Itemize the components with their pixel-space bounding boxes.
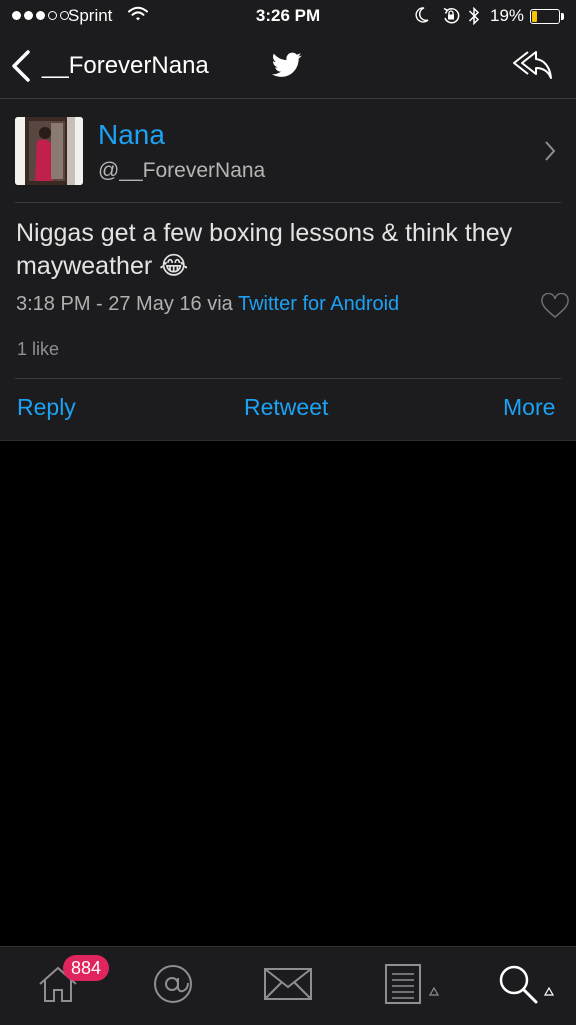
tweet-timestamp: 3:18 PM - 27 May 16 — [16, 293, 202, 315]
battery-terminal — [561, 13, 564, 20]
divider — [15, 378, 561, 379]
battery-percent: 19% — [490, 6, 525, 25]
tab-options-triangle-icon — [543, 983, 555, 1001]
chevron-left-icon — [10, 49, 32, 83]
via-label: via — [207, 293, 233, 315]
author-name[interactable]: Nana — [98, 119, 165, 151]
bluetooth-icon — [468, 5, 480, 32]
tab-mentions[interactable] — [115, 947, 230, 1025]
more-button[interactable]: More — [503, 394, 555, 421]
search-icon — [497, 963, 539, 1010]
tweet-meta: 3:18 PM - 27 May 16 via Twitter for Andr… — [16, 293, 399, 316]
nav-title: __ForeverNana — [42, 52, 209, 79]
rotation-lock-icon — [441, 6, 461, 31]
tab-lists[interactable] — [345, 947, 460, 1025]
chevron-right-icon[interactable] — [543, 139, 557, 168]
battery-icon — [530, 9, 560, 24]
tweet-source-link[interactable]: Twitter for Android — [238, 293, 399, 315]
tab-options-triangle-icon — [428, 983, 440, 1001]
retweet-button[interactable]: Retweet — [244, 394, 328, 421]
likes-count[interactable]: 1 like — [17, 339, 59, 360]
author-handle[interactable]: @__ForeverNana — [98, 159, 265, 183]
at-mention-icon — [152, 963, 194, 1010]
reply-all-icon[interactable] — [510, 48, 554, 87]
envelope-icon — [263, 967, 313, 1006]
tab-messages[interactable] — [230, 947, 345, 1025]
list-icon — [384, 963, 422, 1010]
twitter-bird-icon — [271, 52, 302, 83]
tweet-text: Niggas get a few boxing lessons & think … — [16, 219, 513, 280]
status-bar: Sprint 3:26 PM 19% — [0, 0, 576, 34]
navigation-bar: __ForeverNana — [0, 34, 576, 99]
battery-level-fill — [532, 11, 537, 22]
tab-bar: 884 — [0, 946, 576, 1025]
tab-search[interactable] — [460, 947, 576, 1025]
notification-badge: 884 — [63, 955, 109, 981]
avatar[interactable] — [15, 117, 83, 185]
do-not-disturb-moon-icon — [414, 6, 430, 29]
tweet-detail-card: Nana @__ForeverNana Niggas get a few box… — [0, 99, 576, 441]
divider — [15, 202, 561, 203]
reply-button[interactable]: Reply — [17, 394, 76, 421]
heart-icon[interactable] — [540, 292, 570, 324]
back-button[interactable]: __ForeverNana — [10, 49, 209, 83]
